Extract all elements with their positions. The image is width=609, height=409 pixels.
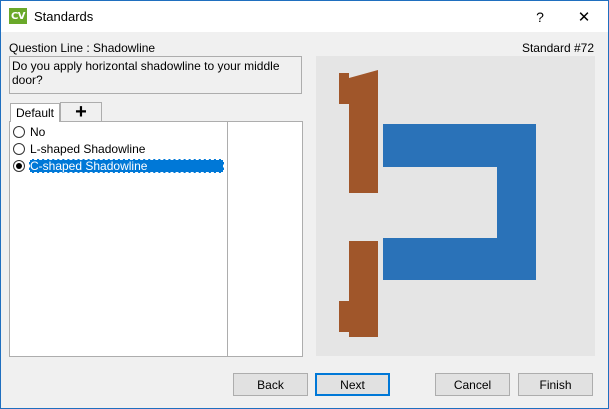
upper-door-shape xyxy=(339,70,378,193)
standards-dialog: CV Standards ? ✕ Question Line : Shadowl… xyxy=(0,0,609,409)
option-no[interactable]: No xyxy=(13,124,46,140)
add-tab-button[interactable]: + xyxy=(60,102,102,122)
finish-button[interactable]: Finish xyxy=(518,373,593,396)
tab-default[interactable]: Default xyxy=(10,103,60,122)
option-label-no: No xyxy=(30,125,46,139)
c-shaped-shadowline-diagram-icon xyxy=(339,70,536,337)
option-label-c-shaped: C-shaped Shadowline xyxy=(29,159,224,173)
c-channel-shape xyxy=(383,124,536,280)
radio-c-shaped[interactable] xyxy=(13,160,25,172)
option-l-shaped[interactable]: L-shaped Shadowline xyxy=(13,141,146,157)
option-c-shaped[interactable]: C-shaped Shadowline xyxy=(13,158,224,174)
next-button[interactable]: Next xyxy=(315,373,390,396)
title-bar: CV Standards ? ✕ xyxy=(1,1,608,32)
question-text-box: Do you apply horizontal shadowline to yo… xyxy=(9,56,302,94)
shadowline-preview-image xyxy=(316,56,595,356)
window-title: Standards xyxy=(34,9,94,24)
close-button[interactable]: ✕ xyxy=(562,1,606,32)
app-logo-icon: CV xyxy=(9,8,27,24)
panel-divider xyxy=(227,122,228,356)
help-button[interactable]: ? xyxy=(518,1,562,32)
radio-l-shaped[interactable] xyxy=(13,143,25,155)
radio-no[interactable] xyxy=(13,126,25,138)
question-line-label: Question Line : Shadowline xyxy=(9,41,156,55)
cancel-button[interactable]: Cancel xyxy=(435,373,510,396)
options-list: No L-shaped Shadowline C-shaped Shadowli… xyxy=(9,121,303,357)
back-button[interactable]: Back xyxy=(233,373,308,396)
lower-door-shape xyxy=(339,241,378,337)
standard-number-label: Standard #72 xyxy=(521,41,594,55)
option-label-l-shaped: L-shaped Shadowline xyxy=(30,142,146,156)
